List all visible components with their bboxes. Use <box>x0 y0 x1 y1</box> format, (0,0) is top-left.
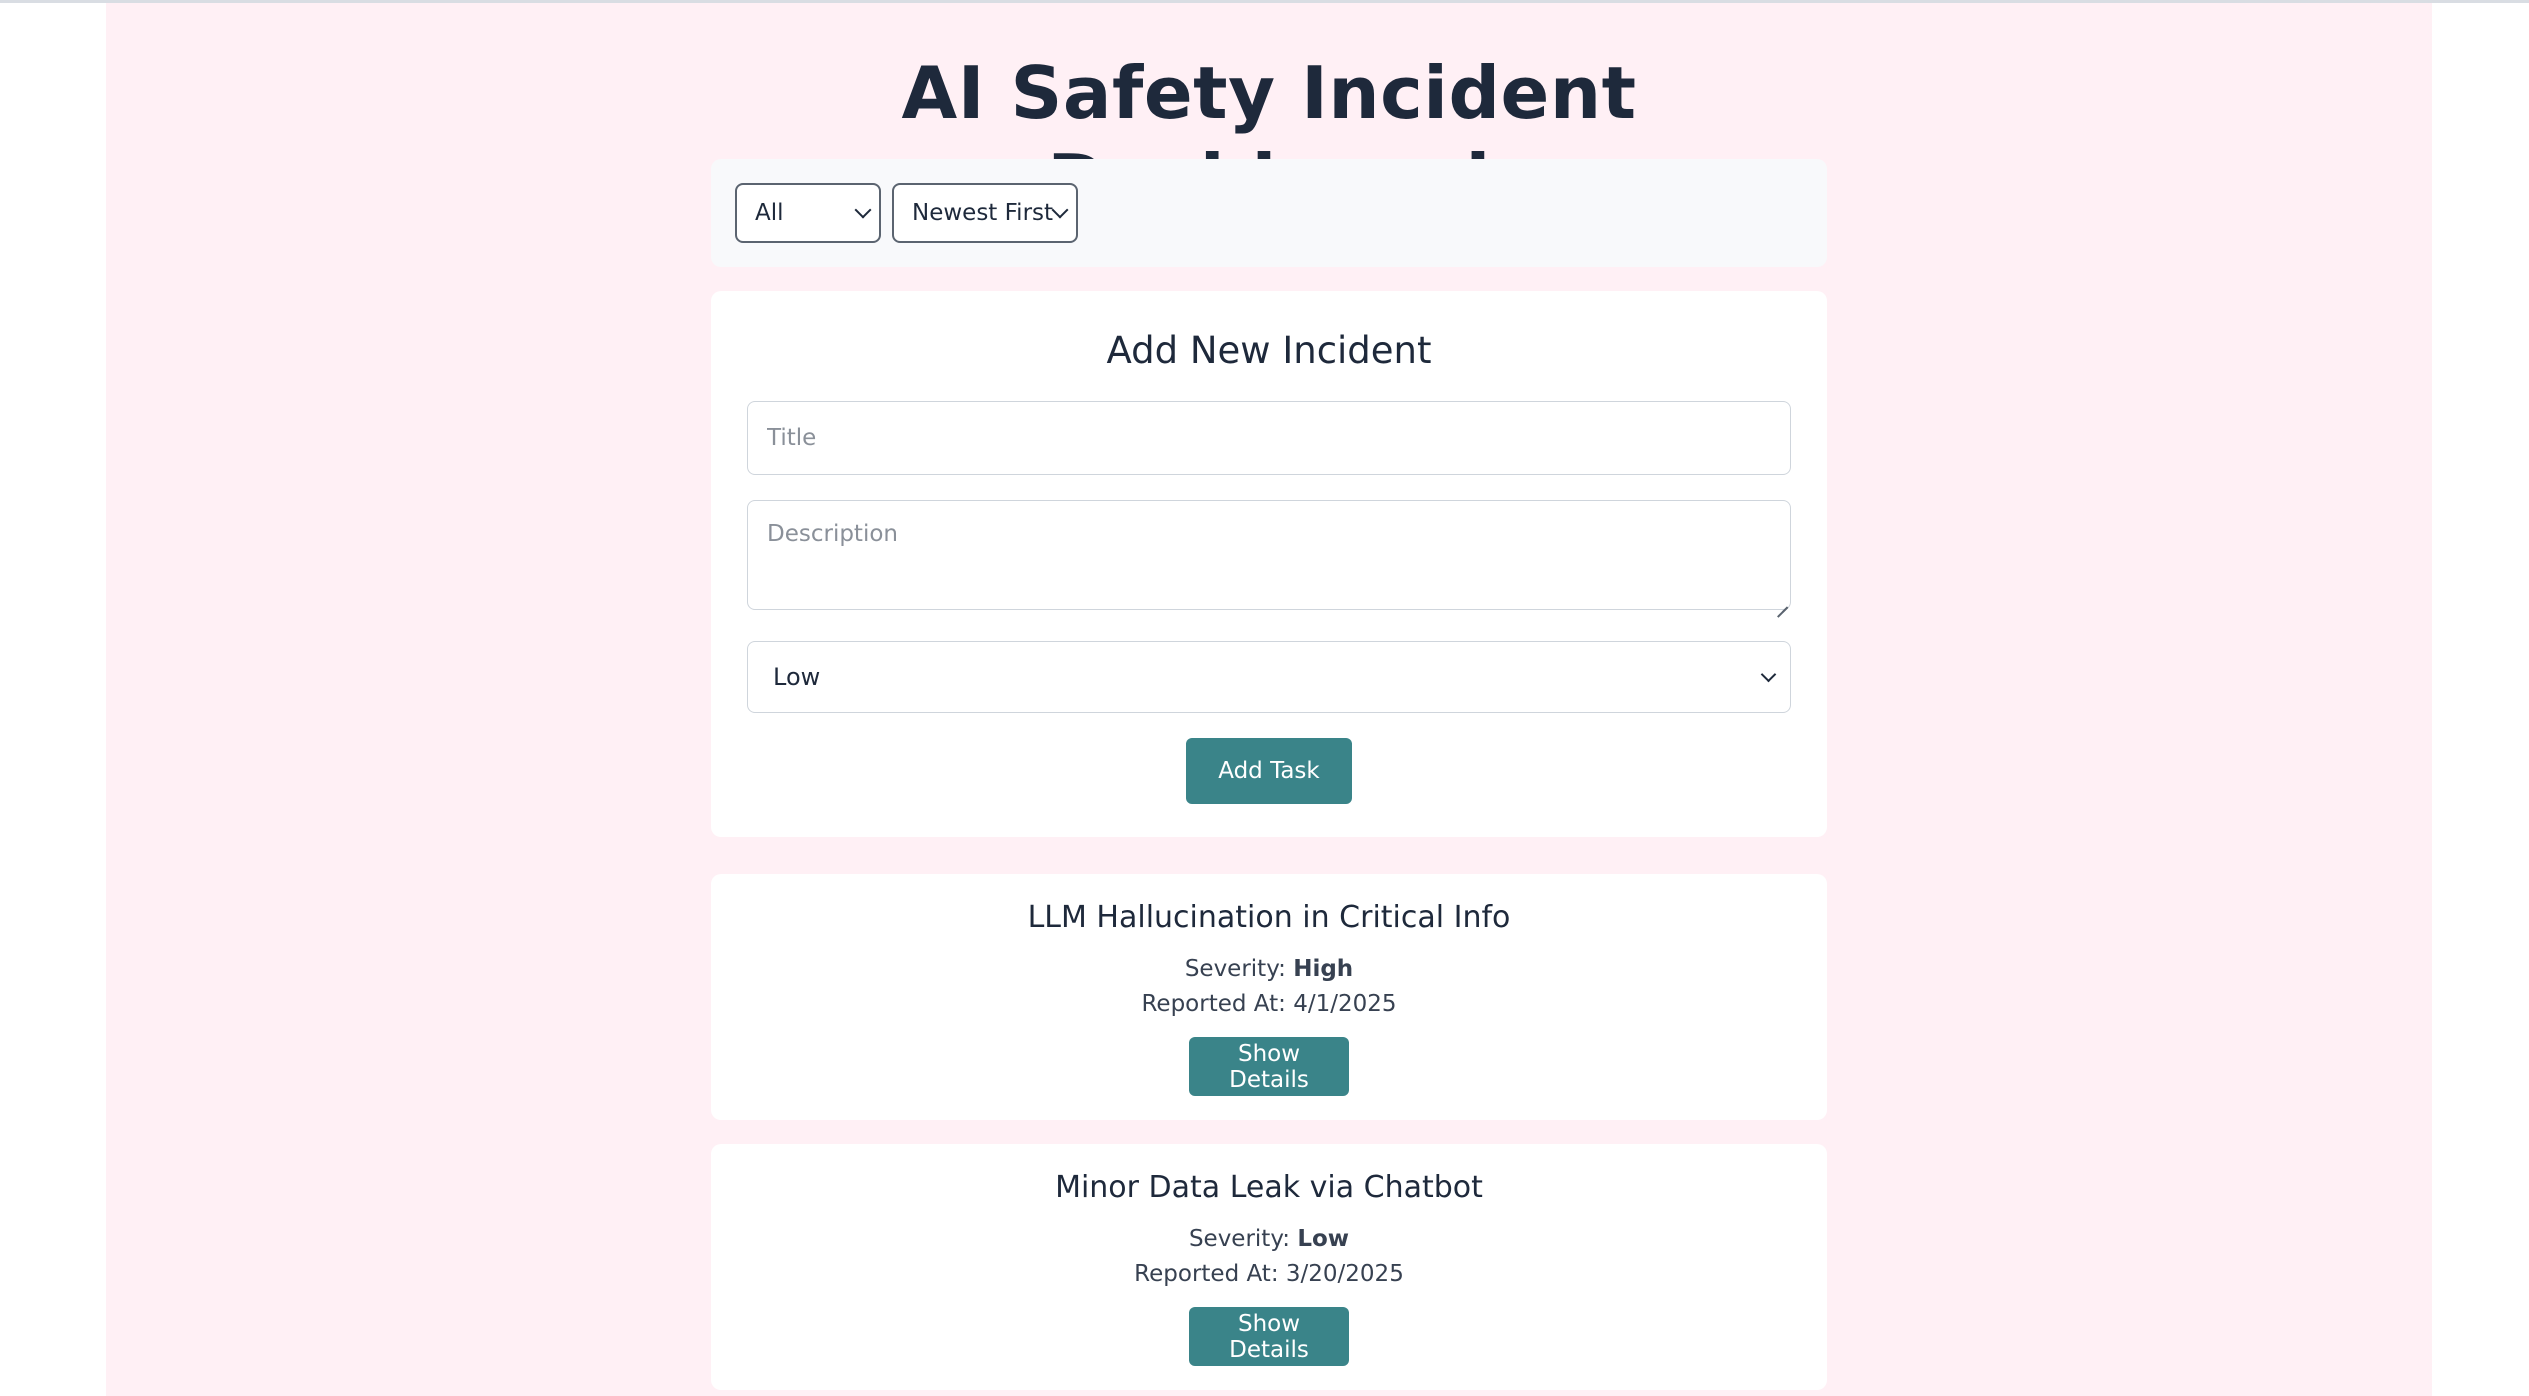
filter-bar: All Newest First <box>711 159 1827 267</box>
reported-date: 3/20/2025 <box>1285 1261 1404 1287</box>
severity-value: Low <box>1297 1226 1350 1252</box>
form-heading: Add New Incident <box>1106 329 1432 372</box>
reported-date: 4/1/2025 <box>1293 991 1397 1017</box>
add-incident-form: Add New Incident Low Add Task <box>711 291 1827 837</box>
incident-card: Minor Data Leak via Chatbot Severity: Lo… <box>711 1144 1827 1390</box>
severity-label: Severity: <box>1188 1226 1291 1252</box>
chevron-down-icon <box>854 201 872 219</box>
title-input[interactable] <box>747 401 1791 475</box>
severity-filter-select[interactable]: All <box>735 183 881 243</box>
incident-severity: Severity: Low <box>711 1224 1827 1254</box>
incident-reported-at: Reported At: 4/1/2025 <box>711 989 1827 1019</box>
chevron-down-icon <box>1760 666 1777 683</box>
show-details-button[interactable]: Show Details <box>1189 1037 1349 1096</box>
description-textarea[interactable] <box>747 500 1791 610</box>
reported-label: Reported At: <box>1134 1261 1279 1287</box>
severity-filter-value: All <box>755 200 784 226</box>
severity-select[interactable]: Low <box>747 641 1791 713</box>
severity-select-value: Low <box>773 663 821 691</box>
severity-value: High <box>1293 956 1354 982</box>
severity-label: Severity: <box>1184 956 1286 982</box>
incident-card: LLM Hallucination in Critical Info Sever… <box>711 874 1827 1120</box>
show-details-button[interactable]: Show Details <box>1189 1307 1349 1366</box>
incident-severity: Severity: High <box>711 954 1827 984</box>
incident-title: LLM Hallucination in Critical Info <box>1027 900 1511 935</box>
sort-order-value: Newest First <box>912 200 1054 226</box>
add-task-button[interactable]: Add Task <box>1186 738 1352 804</box>
incident-reported-at: Reported At: 3/20/2025 <box>711 1259 1827 1289</box>
reported-label: Reported At: <box>1141 991 1286 1017</box>
incident-title: Minor Data Leak via Chatbot <box>1055 1170 1483 1205</box>
chevron-down-icon <box>1051 201 1069 219</box>
sort-order-select[interactable]: Newest First <box>892 183 1078 243</box>
dashboard-page: AI Safety Incident Dashboard All Newest … <box>106 3 2432 1396</box>
